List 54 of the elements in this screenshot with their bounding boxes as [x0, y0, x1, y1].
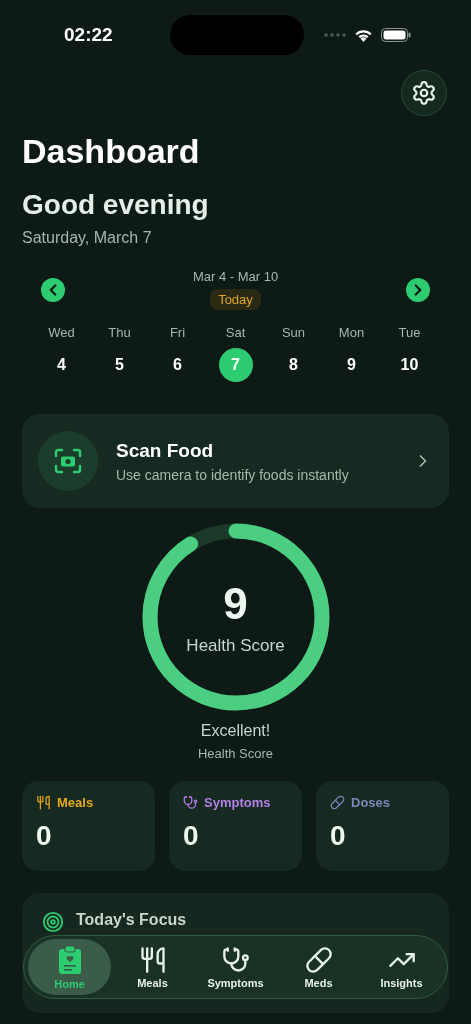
camera-scan-icon	[54, 448, 82, 474]
tab-item[interactable]: Meds	[277, 939, 360, 995]
weekday-label: Wed	[48, 324, 75, 342]
weekday-label: Sun	[281, 324, 306, 342]
health-score-value: 9	[223, 582, 248, 626]
health-score-label: Health Score	[186, 636, 285, 656]
status-time: 02:22	[64, 24, 113, 46]
stat-value: 0	[183, 820, 200, 852]
settings-icon	[411, 80, 437, 106]
focus-title: Today's Focus	[76, 911, 187, 929]
score-caption: Health Score	[196, 746, 275, 761]
weekday-label: Sat	[225, 324, 246, 342]
pill-icon	[330, 795, 345, 810]
weekday-label: Fri	[169, 324, 186, 342]
wifi-icon	[354, 28, 373, 42]
stat-value: 0	[36, 820, 53, 852]
stat-label: Doses	[351, 795, 391, 810]
fork-knife-icon	[36, 795, 51, 810]
settings-button[interactable]	[401, 70, 447, 116]
stat-value: 0	[330, 820, 347, 852]
target-icon	[42, 911, 64, 933]
scan-food-card[interactable]: Scan Food Use camera to identify foods instantly	[22, 414, 449, 508]
day-button[interactable]: 10	[392, 348, 427, 382]
score-rating: Excellent!	[199, 722, 272, 740]
weekday-label: Mon	[338, 324, 365, 342]
day-button[interactable]: 6	[160, 348, 195, 382]
tab-item[interactable]: Insights	[360, 939, 443, 995]
tab-item[interactable]: Home	[28, 939, 111, 995]
weekday-label: Tue	[398, 324, 421, 342]
stethoscope-icon	[221, 945, 250, 974]
today-button[interactable]: Today	[210, 289, 261, 310]
pill-icon	[304, 945, 333, 974]
scan-food-title: Scan Food	[116, 439, 215, 462]
greeting: Good evening	[22, 189, 209, 221]
stat-label: Symptoms	[204, 795, 271, 810]
day-button[interactable]: 8	[276, 348, 311, 382]
weekday-label: Thu	[108, 324, 131, 342]
scan-food-subtitle: Use camera to identify foods instantly	[116, 466, 350, 483]
previous-week-button[interactable]	[41, 277, 65, 302]
fork-knife-icon	[138, 945, 167, 974]
day-button[interactable]: 4	[44, 348, 79, 382]
day-button[interactable]: 9	[334, 348, 369, 382]
next-week-button[interactable]	[406, 277, 430, 302]
current-date: Saturday, March 7	[22, 229, 152, 247]
week-range: Mar 4 - Mar 10	[192, 269, 279, 284]
clipboard-heart-icon	[56, 944, 83, 975]
battery-icon	[381, 28, 411, 42]
stethoscope-icon	[183, 795, 198, 810]
day-button[interactable]: 5	[102, 348, 137, 382]
page-title: Dashboard	[22, 132, 200, 171]
tab-item[interactable]: Symptoms	[194, 939, 277, 995]
stat-label: Meals	[57, 795, 94, 810]
tab-item[interactable]: Meals	[111, 939, 194, 995]
signal-icon	[324, 33, 346, 37]
